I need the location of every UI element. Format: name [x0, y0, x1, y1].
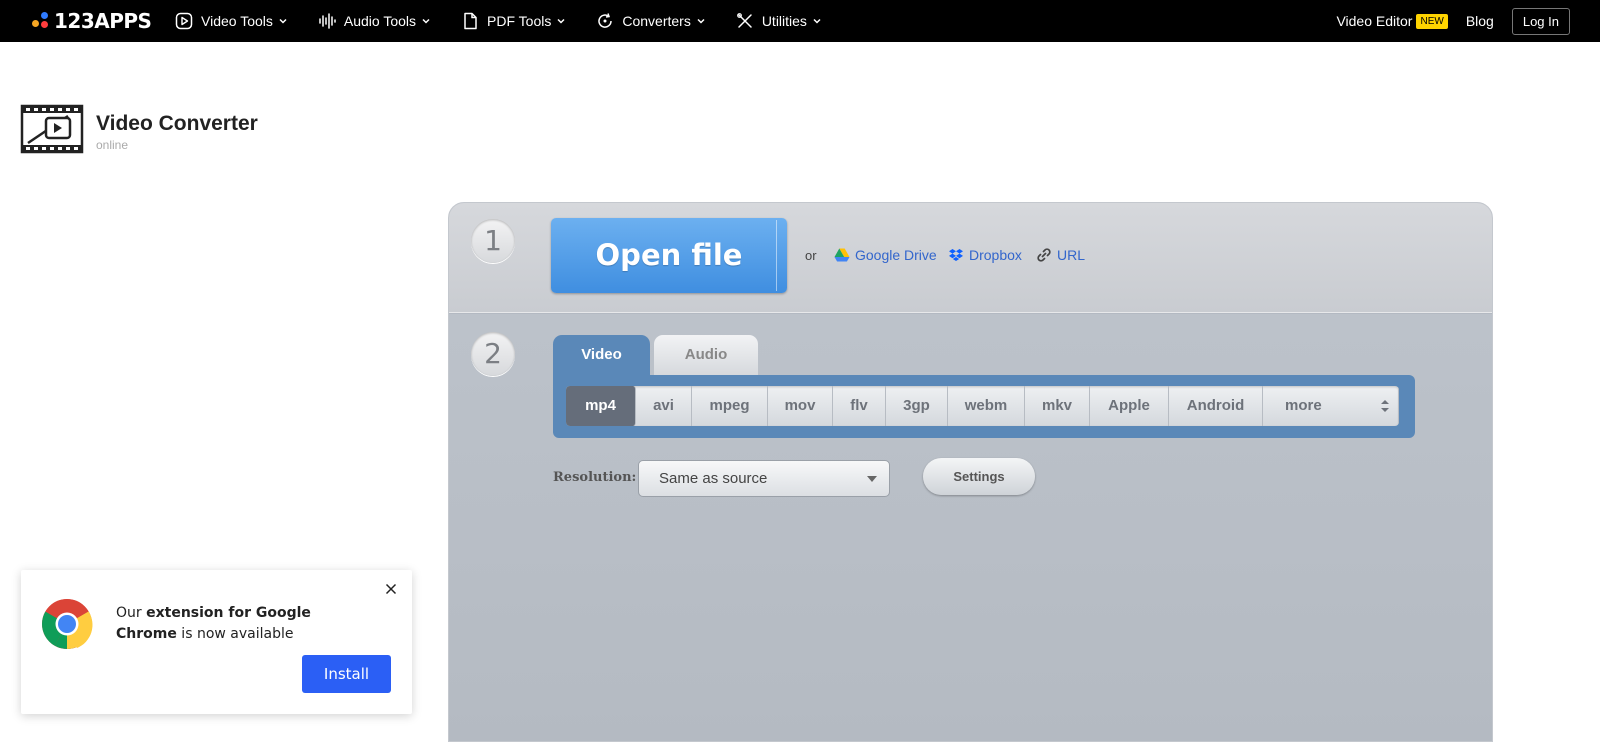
url-label: URL: [1057, 247, 1086, 263]
caret-down-icon: [867, 476, 877, 482]
nav-converters[interactable]: Converters: [596, 12, 705, 30]
main-nav: Video Tools Audio Tools PDF Tools Conver…: [175, 0, 852, 42]
settings-button[interactable]: Settings: [923, 458, 1035, 495]
top-navigation-bar: 123APPS Video Tools Audio Tools PDF Tool…: [0, 0, 1600, 42]
format-apple[interactable]: Apple: [1090, 386, 1169, 426]
video-editor-label: Video Editor: [1336, 13, 1413, 29]
tools-icon: [736, 13, 752, 28]
extension-text-suffix: is now available: [176, 626, 294, 642]
page-title: Video Converter: [96, 112, 258, 135]
dropbox-label: Dropbox: [969, 247, 1022, 263]
format-mp4[interactable]: mp4: [566, 386, 636, 426]
nav-audio-tools[interactable]: Audio Tools: [318, 12, 431, 30]
waveform-icon: [319, 13, 336, 29]
resolution-select[interactable]: Same as source: [638, 460, 890, 497]
close-icon[interactable]: [384, 582, 398, 596]
page-subtitle: online: [96, 138, 129, 152]
google-drive-label: Google Drive: [855, 247, 937, 263]
or-text: or: [805, 248, 817, 263]
url-link[interactable]: URL: [1036, 247, 1085, 263]
brand-name: 123APPS: [54, 9, 152, 33]
format-mpeg[interactable]: mpeg: [692, 386, 768, 426]
format-mov[interactable]: mov: [768, 386, 833, 426]
extension-message: Our extension for Google Chrome is now a…: [116, 603, 331, 645]
chevron-down-icon: [557, 18, 565, 24]
google-drive-icon: [834, 248, 850, 262]
nav-video-tools-label: Video Tools: [201, 13, 273, 29]
nav-utilities-label: Utilities: [761, 13, 807, 29]
brand-logo[interactable]: 123APPS: [30, 5, 152, 37]
nav-video-tools[interactable]: Video Tools: [175, 12, 288, 30]
login-button[interactable]: Log In: [1511, 7, 1570, 35]
extension-popup: Our extension for Google Chrome is now a…: [21, 570, 412, 714]
film-strip-icon: [20, 104, 84, 154]
right-nav: Video Editor NEW Blog Log In: [1336, 0, 1570, 42]
format-more-label: more: [1285, 397, 1322, 414]
up-down-arrows-icon: [1381, 400, 1389, 412]
new-badge: NEW: [1416, 13, 1448, 29]
resolution-label: Resolution:: [553, 470, 637, 485]
nav-pdf-tools-label: PDF Tools: [487, 13, 552, 29]
document-icon: [464, 12, 477, 30]
link-icon: [1037, 248, 1051, 262]
nav-pdf-tools[interactable]: PDF Tools: [461, 12, 566, 30]
format-list: mp4 avi mpeg mov flv 3gp webm mkv Apple …: [566, 386, 1399, 426]
format-mkv[interactable]: mkv: [1025, 386, 1090, 426]
format-3gp[interactable]: 3gp: [886, 386, 948, 426]
chevron-down-icon: [697, 18, 705, 24]
open-file-divider: [776, 220, 777, 291]
resolution-value: Same as source: [659, 470, 768, 487]
nav-audio-tools-label: Audio Tools: [343, 13, 417, 29]
format-bar: mp4 avi mpeg mov flv 3gp webm mkv Apple …: [553, 375, 1415, 438]
format-avi[interactable]: avi: [636, 386, 692, 426]
chevron-down-icon: [279, 18, 287, 24]
extension-text-prefix: Our: [116, 605, 147, 621]
tab-audio[interactable]: Audio: [654, 335, 758, 375]
open-file-label: Open file: [595, 238, 743, 272]
play-circle-icon: [175, 12, 193, 30]
chrome-logo-icon: [42, 599, 93, 649]
dropbox-icon: [949, 248, 963, 261]
nav-utilities[interactable]: Utilities: [736, 12, 822, 30]
blog-link[interactable]: Blog: [1466, 13, 1494, 29]
format-android[interactable]: Android: [1169, 386, 1263, 426]
chevron-down-icon: [813, 18, 821, 24]
step-1-number: 1: [471, 219, 515, 263]
tab-video[interactable]: Video: [553, 335, 650, 375]
format-more-dropdown[interactable]: more: [1263, 386, 1399, 426]
step-2-number: 2: [471, 332, 515, 376]
format-webm[interactable]: webm: [948, 386, 1025, 426]
chevron-down-icon: [422, 18, 430, 24]
install-button[interactable]: Install: [302, 655, 391, 693]
format-flv[interactable]: flv: [833, 386, 886, 426]
open-file-button[interactable]: Open file: [551, 218, 787, 293]
video-editor-link[interactable]: Video Editor NEW: [1336, 13, 1448, 29]
refresh-icon: [598, 13, 613, 28]
google-drive-link[interactable]: Google Drive: [834, 247, 937, 263]
nav-converters-label: Converters: [622, 13, 691, 29]
dropbox-link[interactable]: Dropbox: [948, 247, 1022, 263]
brand-dots-icon: [30, 11, 50, 31]
